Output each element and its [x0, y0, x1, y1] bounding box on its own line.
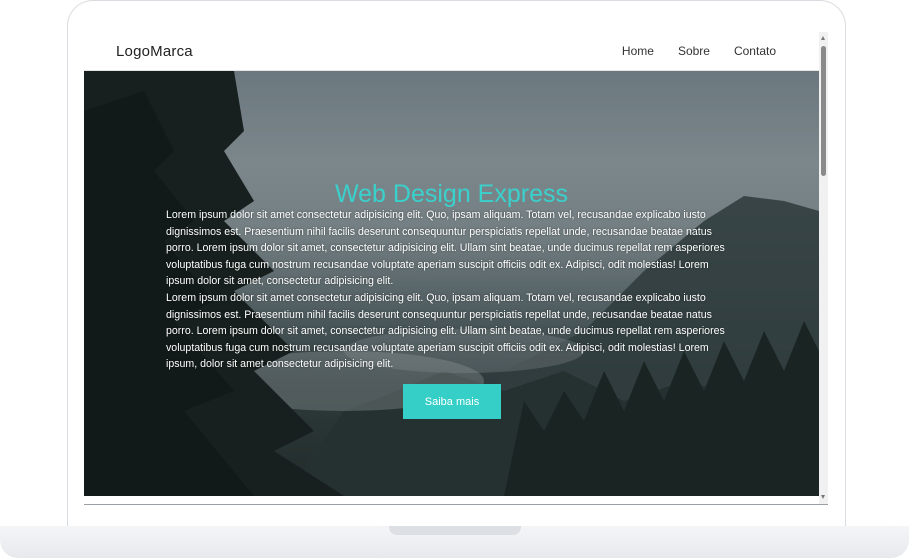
hero-section: Web Design Express Lorem ipsum dolor sit… [84, 71, 819, 496]
scroll-down-arrow-icon[interactable] [821, 495, 825, 499]
navbar: LogoMarca Home Sobre Contato [84, 32, 819, 71]
scrollbar[interactable] [819, 32, 828, 504]
nav-menu: Home Sobre Contato [622, 44, 776, 58]
hero-paragraph-2: Lorem ipsum dolor sit amet consectetur a… [166, 292, 725, 370]
scroll-up-arrow-icon[interactable] [821, 36, 825, 40]
laptop-notch [389, 526, 521, 535]
logo[interactable]: LogoMarca [116, 43, 193, 60]
browser-viewport: LogoMarca Home Sobre Contato Web Design … [84, 32, 828, 505]
hero-title: Web Design Express [335, 179, 568, 208]
hero-paragraph-1: Lorem ipsum dolor sit amet consectetur a… [166, 209, 725, 287]
nav-link-sobre[interactable]: Sobre [678, 44, 710, 58]
scrollbar-thumb[interactable] [821, 46, 826, 176]
nav-link-home[interactable]: Home [622, 44, 654, 58]
saiba-mais-button[interactable]: Saiba mais [403, 384, 501, 419]
nav-link-contato[interactable]: Contato [734, 44, 776, 58]
